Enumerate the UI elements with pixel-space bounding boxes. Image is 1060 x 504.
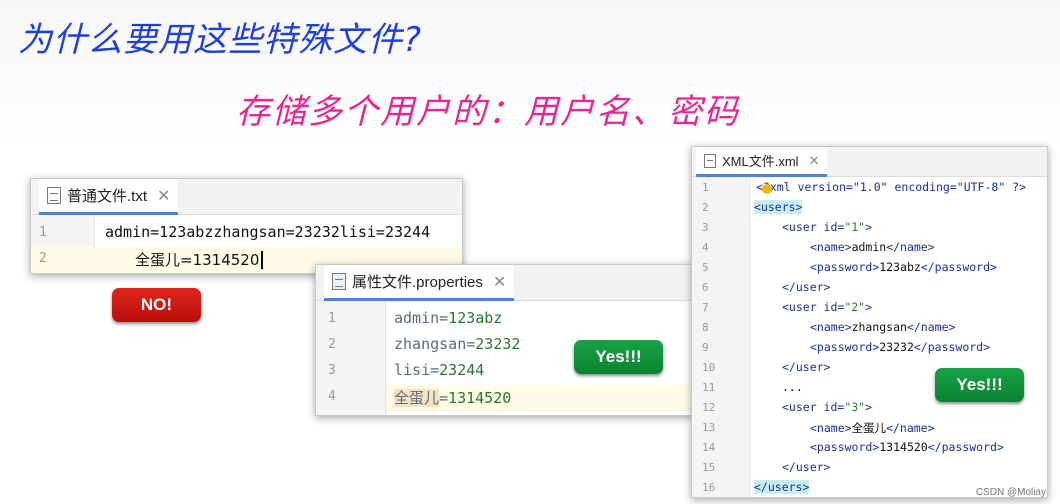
property-line: admin=123abz [394, 309, 503, 327]
xml-code-line: <name>zhangsan</name> [810, 320, 956, 334]
properties-file-icon [332, 273, 346, 290]
close-icon[interactable]: ✕ [809, 153, 820, 169]
yes-badge-xml: Yes!!! [935, 368, 1024, 402]
close-icon[interactable]: ✕ [157, 186, 170, 206]
page-subtitle: 存储多个用户的：用户名、密码 [236, 92, 740, 132]
tab-xml-file[interactable]: XML文件.xml ✕ [696, 147, 828, 177]
close-icon[interactable]: ✕ [493, 272, 506, 292]
txt-tab-bar: 普通文件.txt ✕ [31, 179, 462, 215]
line-number: 3 [328, 363, 336, 378]
line-number: 14 [702, 441, 716, 454]
line-number: 2 [328, 337, 336, 352]
yes-badge-properties: Yes!!! [574, 340, 663, 374]
xml-code-line: <name>全蛋儿</name> [810, 421, 935, 435]
lightbulb-icon[interactable] [762, 184, 772, 194]
property-key: admin [394, 309, 440, 327]
tab-label: 普通文件.txt [67, 188, 148, 205]
line-number: 10 [702, 361, 716, 374]
tab-properties-file[interactable]: 属性文件.properties ✕ [324, 265, 515, 301]
line-number: 3 [702, 221, 709, 234]
line-number: 11 [702, 381, 716, 394]
line-number: 1 [328, 311, 336, 326]
xml-code-line: </users> [754, 480, 810, 494]
xml-code-line: <user id="3"> [782, 400, 873, 414]
xml-code-line: </user> [782, 280, 831, 294]
line-number: 6 [702, 281, 709, 294]
xml-editor-window: XML文件.xml ✕ 1 2 3 4 5 6 7 8 9 10 11 12 13 14 15 16 <?xml… [691, 146, 1048, 498]
line-number: 12 [702, 401, 716, 414]
xml-file-icon [704, 153, 716, 168]
tab-label: XML文件.xml [722, 154, 799, 169]
line-number: 1 [39, 225, 47, 240]
line-number: 4 [328, 389, 336, 404]
line-number: 9 [702, 341, 709, 354]
line-number: 5 [702, 261, 709, 274]
property-key: lisi [394, 361, 431, 379]
line-number: 13 [702, 421, 716, 434]
line-number: 2 [702, 201, 709, 214]
watermark: CSDN @Moliay [975, 487, 1046, 498]
tab-label: 属性文件.properties [352, 274, 483, 291]
property-line: 全蛋儿=1314520 [394, 389, 512, 407]
xml-code-line: <users> [754, 200, 803, 214]
line-number: 15 [702, 461, 716, 474]
line-gutter [316, 301, 386, 415]
text-cursor [261, 251, 263, 269]
prop-tab-bar: 属性文件.properties ✕ [316, 265, 694, 301]
no-badge: NO! [112, 288, 201, 322]
property-line: zhangsan=23232 [394, 335, 521, 353]
property-value: 23232 [475, 335, 521, 353]
line-number: 16 [702, 481, 716, 494]
txt-editor-window: 普通文件.txt ✕ 1 admin=123abzzhangsan=23232l… [30, 178, 463, 274]
property-value: 1314520 [448, 389, 512, 407]
page-title: 为什么要用这些特殊文件? [18, 20, 423, 60]
code-line: 1 admin=123abzzhangsan=23232lisi=23244 [31, 221, 462, 247]
xml-code-line: <name>admin</name> [810, 240, 935, 254]
xml-code-line: <user id="2"> [782, 300, 873, 314]
text-file-icon [47, 187, 61, 204]
line-number: 8 [702, 321, 709, 334]
xml-code-line: </user> [782, 360, 831, 374]
xml-code-line: <password>23232</password> [810, 340, 991, 354]
property-key: 全蛋儿 [394, 389, 440, 407]
tab-txt-file[interactable]: 普通文件.txt ✕ [39, 179, 179, 215]
property-key: zhangsan [394, 335, 467, 353]
xml-code-line: <password>1314520</password> [810, 440, 1004, 454]
line-number: 1 [702, 181, 709, 194]
line-number: 7 [702, 301, 709, 314]
code-text: admin=123abzzhangsan=23232lisi=23244 [105, 223, 431, 241]
xml-tab-bar: XML文件.xml ✕ [692, 147, 1047, 177]
xml-code-line: ... [782, 380, 803, 394]
xml-code-line: </user> [782, 460, 831, 474]
property-value: 23244 [439, 361, 485, 379]
property-line: lisi=23244 [394, 361, 485, 379]
xml-code-line: <user id="1"> [782, 220, 873, 234]
line-gutter [692, 177, 750, 497]
line-number: 4 [702, 241, 709, 254]
xml-code-line: <password>123abz</password> [810, 260, 997, 274]
line-number: 2 [39, 251, 47, 266]
xml-declaration: <?xml version="1.0" encoding="UTF-8" ?> [756, 180, 1027, 194]
property-value: 123abz [448, 309, 503, 327]
code-text: 全蛋儿=1314520 [135, 251, 260, 269]
